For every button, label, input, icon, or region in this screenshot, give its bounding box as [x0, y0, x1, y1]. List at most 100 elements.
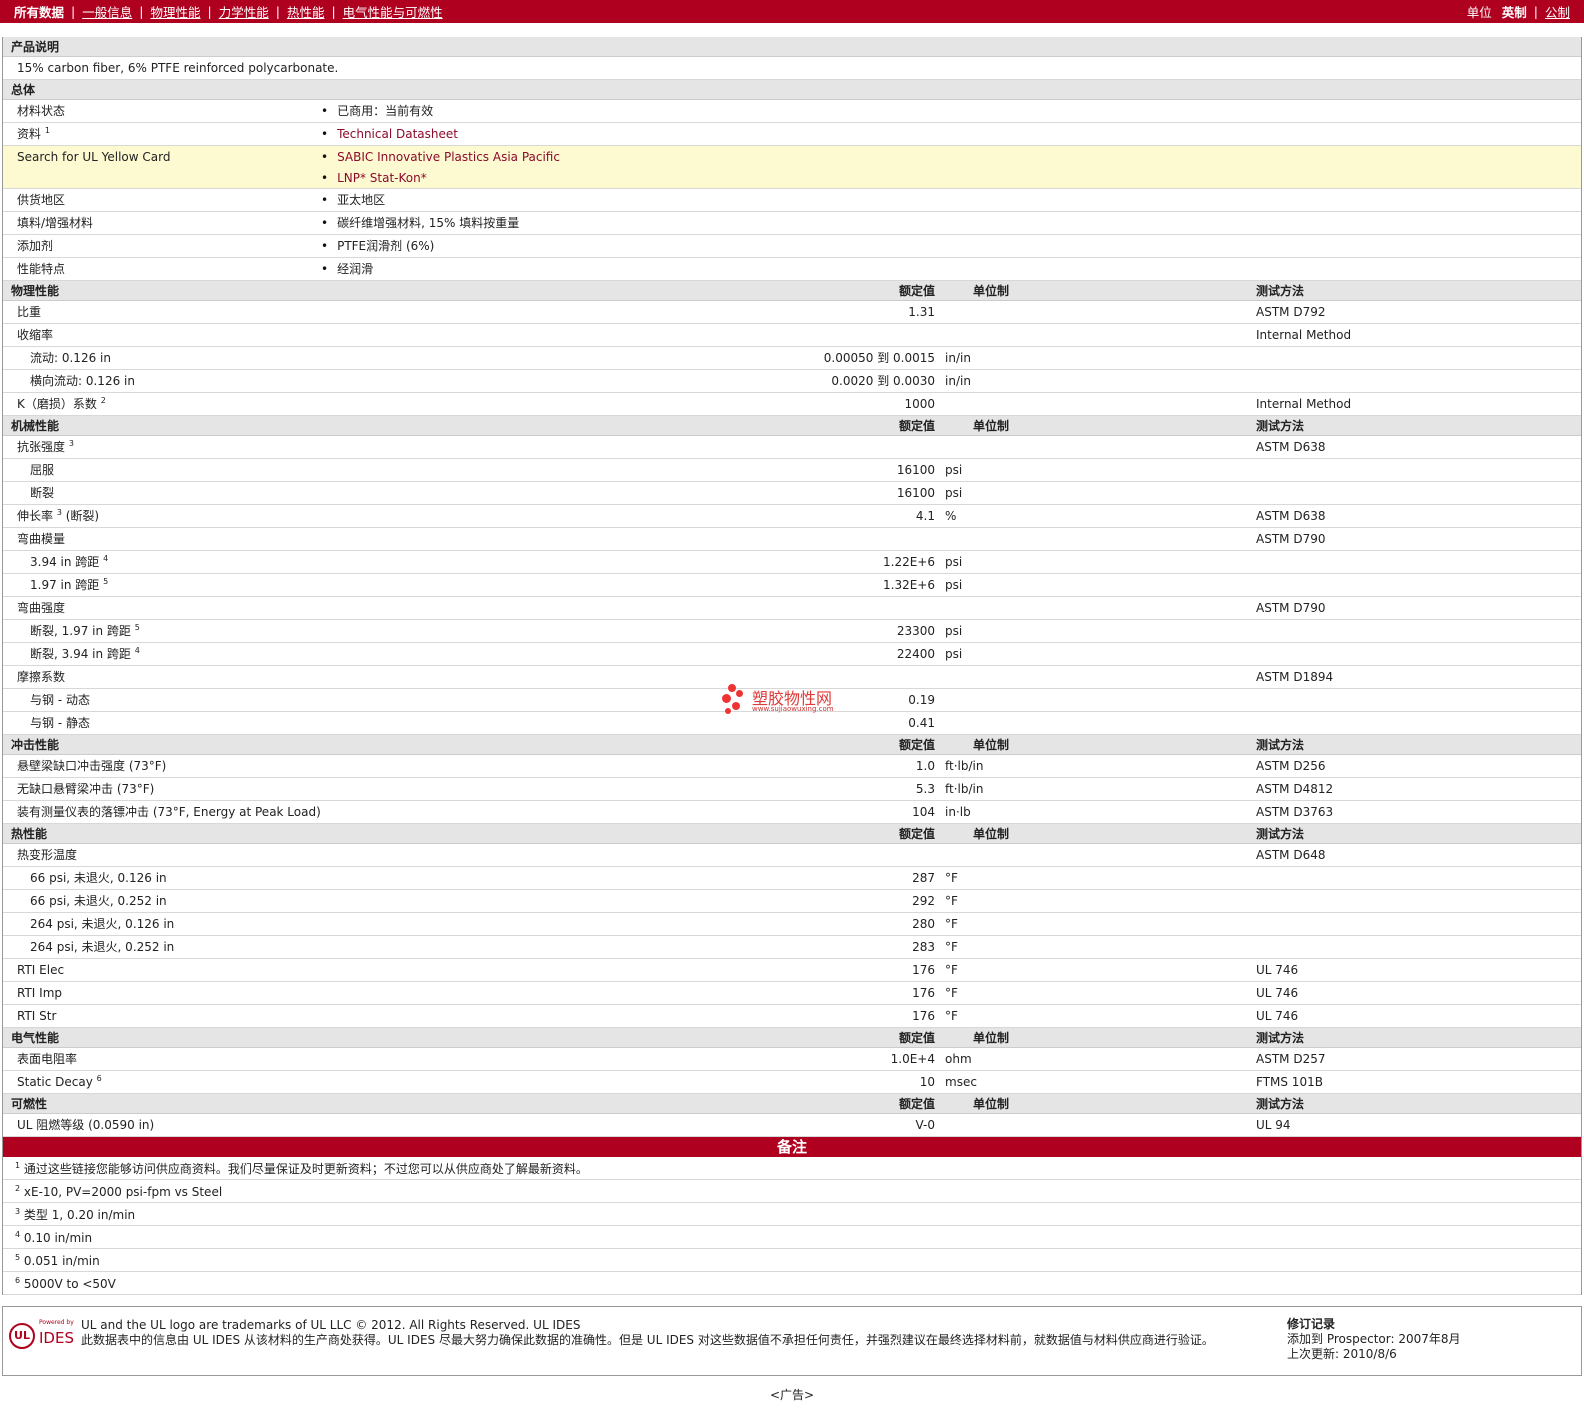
- property-unit: psi: [945, 647, 963, 661]
- notes-header: 备注: [3, 1137, 1581, 1157]
- property-label-text: 悬壁梁缺口冲击强度 (73°F): [17, 759, 167, 773]
- footnote-ref: 5: [103, 577, 109, 586]
- footnote-ref: 4: [134, 646, 140, 655]
- property-label: 横向流动: 0.126 in: [30, 370, 135, 392]
- general-row-filler: 填料/增强材料 碳纤维增强材料, 15% 填料按重量: [3, 212, 1581, 235]
- row-label: 填料/增强材料: [17, 216, 94, 230]
- property-value: 176: [912, 986, 935, 1000]
- test-method: ASTM D792: [1256, 305, 1326, 319]
- property-label: 热变形温度: [17, 844, 77, 866]
- section-title: 机械性能: [11, 419, 60, 433]
- note-number: 2: [15, 1184, 21, 1193]
- bullet-value: 亚太地区: [321, 189, 385, 210]
- nav-separator: |: [207, 4, 212, 19]
- property-row: 装有测量仪表的落镖冲击 (73°F, Energy at Peak Load) 1…: [3, 801, 1581, 824]
- note-number: 4: [15, 1230, 21, 1239]
- product-family-link[interactable]: LNP* Stat-Kon*: [321, 167, 560, 188]
- property-unit: in/in: [945, 351, 971, 365]
- nav-separator: |: [139, 4, 144, 19]
- property-unit: °F: [945, 871, 958, 885]
- property-label: 摩擦系数: [17, 666, 65, 688]
- property-row: 264 psi, 未退火, 0.126 in 280 °F: [3, 913, 1581, 936]
- footnote-ref: 3: [68, 439, 74, 448]
- property-unit: °F: [945, 894, 958, 908]
- row-label: 供货地区: [17, 193, 66, 207]
- property-row: 横向流动: 0.126 in 0.0020 到 0.0030 in/in: [3, 370, 1581, 393]
- section-title: 物理性能: [11, 284, 60, 298]
- nav-physical[interactable]: 物理性能: [150, 2, 200, 21]
- property-row: 断裂, 3.94 in 跨距 4 22400 psi: [3, 643, 1581, 666]
- note-text: 类型 1, 0.20 in/min: [23, 1208, 136, 1222]
- property-value: 1000: [904, 397, 935, 411]
- section-title: 热性能: [11, 827, 48, 841]
- property-label: 收缩率: [17, 324, 53, 346]
- section-title: 产品说明: [11, 40, 60, 54]
- section-header-description: 产品说明: [3, 37, 1581, 57]
- bullet-value: 已商用：当前有效: [321, 100, 433, 121]
- property-unit: psi: [945, 463, 963, 477]
- property-label: 屈服: [30, 459, 54, 481]
- property-row: Static Decay 6 10 msec FTMS 101B: [3, 1071, 1581, 1094]
- property-unit: psi: [945, 486, 963, 500]
- unit-metric[interactable]: 公制: [1545, 2, 1570, 21]
- footnote-ref: 4: [103, 554, 109, 563]
- nav-mechanical[interactable]: 力学性能: [219, 2, 269, 21]
- property-label: 1.97 in 跨距 5: [30, 574, 108, 596]
- nav-separator: |: [275, 4, 280, 19]
- property-unit: °F: [945, 986, 958, 1000]
- property-label-text: 热变形温度: [17, 848, 78, 862]
- row-label: 资料 1: [17, 123, 50, 145]
- note-item: 5 0.051 in/min: [3, 1249, 1581, 1272]
- property-label: 流动: 0.126 in: [30, 347, 111, 369]
- property-row: 悬壁梁缺口冲击强度 (73°F) 1.0 ft·lb/in ASTM D256: [3, 755, 1581, 778]
- note-item: 3 类型 1, 0.20 in/min: [3, 1203, 1581, 1226]
- watermark-dot: [725, 708, 731, 714]
- section-header-flammability: 可燃性 额定值 单位制 测试方法: [3, 1094, 1581, 1114]
- logo-ides: IDES: [39, 1329, 74, 1347]
- nav-all-data[interactable]: 所有数据: [14, 2, 64, 21]
- watermark-url: www.sujiaowuxing.com: [752, 705, 834, 713]
- general-row-region: 供货地区 亚太地区: [3, 189, 1581, 212]
- property-value: 1.0: [915, 759, 935, 773]
- notes-list: 1 通过这些链接您能够访问供应商资料。我们尽量保证及时更新资料；不过您可以从供应…: [3, 1157, 1581, 1295]
- property-unit: psi: [945, 624, 963, 638]
- property-unit: in·lb: [945, 805, 971, 819]
- note-text: 5000V to <50V: [23, 1277, 116, 1291]
- section-header-mechanical: 机械性能 额定值 单位制 测试方法: [3, 416, 1581, 436]
- property-unit: °F: [945, 940, 958, 954]
- nav-general-info[interactable]: 一般信息: [82, 2, 132, 21]
- bullet-value: 碳纤维增强材料, 15% 填料按重量: [321, 212, 519, 233]
- nav-thermal[interactable]: 热性能: [287, 2, 325, 21]
- property-value: 16100: [896, 486, 935, 500]
- property-row: RTI Imp 176 °F UL 746: [3, 982, 1581, 1005]
- section-title: 可燃性: [11, 1097, 48, 1111]
- test-method: ASTM D790: [1256, 532, 1326, 546]
- nav-separator: |: [331, 4, 336, 19]
- property-label-text: 收缩率: [17, 328, 54, 342]
- property-label-text: 装有测量仪表的落镖冲击 (73°F, Energy at Peak Load): [17, 805, 321, 819]
- property-row: 表面电阻率 1.0E+4 ohm ASTM D257: [3, 1048, 1581, 1071]
- test-method: FTMS 101B: [1256, 1075, 1323, 1089]
- property-label: 断裂: [30, 482, 54, 504]
- property-label-text: 断裂, 1.97 in 跨距: [30, 624, 131, 638]
- general-row-additive: 添加剂 PTFE润滑剂 (6%): [3, 235, 1581, 258]
- property-row: UL 阻燃等级 (0.0590 in) V-0 UL 94: [3, 1114, 1581, 1137]
- column-header-test: 测试方法: [1256, 738, 1305, 752]
- property-label: 与钢 - 静态: [30, 712, 90, 734]
- property-label: RTI Elec: [17, 959, 64, 981]
- property-label-text: RTI Str: [17, 1009, 57, 1023]
- test-method: ASTM D638: [1256, 440, 1326, 454]
- property-label-text: 断裂, 3.94 in 跨距: [30, 647, 131, 661]
- supplier-link[interactable]: SABIC Innovative Plastics Asia Pacific: [321, 146, 560, 167]
- property-label-text: 表面电阻率: [17, 1052, 78, 1066]
- advertisement-label: <广告>: [769, 1388, 815, 1402]
- property-label-text: 弯曲模量: [17, 532, 66, 546]
- nav-electrical-flammability[interactable]: 电气性能与可燃性: [343, 2, 443, 21]
- unit-english[interactable]: 英制: [1502, 2, 1527, 21]
- property-row: 伸长率 3 (断裂) 4.1% ASTM D638: [3, 505, 1581, 528]
- technical-datasheet-link[interactable]: Technical Datasheet: [321, 123, 458, 144]
- row-values: 已商用：当前有效: [321, 100, 433, 121]
- column-header-test: 测试方法: [1256, 1031, 1305, 1045]
- property-label: 装有测量仪表的落镖冲击 (73°F, Energy at Peak Load): [17, 801, 321, 823]
- footer-disclaimer-text: 此数据表中的信息由 UL IDES 从该材料的生产商处获得。UL IDES 尽最…: [81, 1333, 1214, 1347]
